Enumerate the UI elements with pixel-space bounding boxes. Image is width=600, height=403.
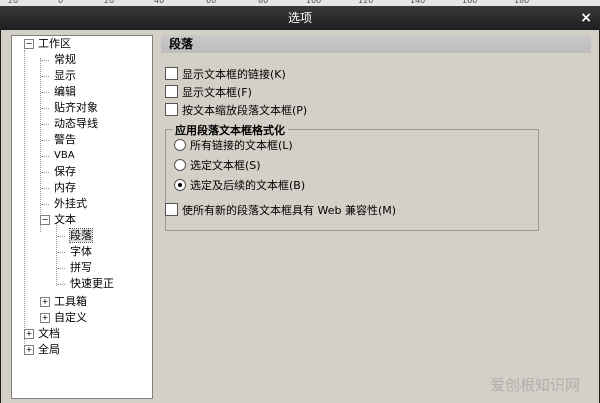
- ruler-tick: 180: [514, 0, 530, 5]
- tree-item-memory[interactable]: 内存: [54, 180, 76, 196]
- watermark: 爱创根知识网: [489, 376, 580, 394]
- tree-item-document[interactable]: + 文档: [24, 326, 60, 342]
- tree-item-general[interactable]: 常规: [54, 52, 76, 68]
- collapse-icon[interactable]: −: [24, 39, 34, 49]
- ruler-tick: 140: [410, 0, 426, 5]
- collapse-icon[interactable]: −: [40, 215, 50, 225]
- scale-paragraph-frames-checkbox[interactable]: 按文本缩放段落文本框(P): [165, 103, 307, 119]
- selected-and-following-radio[interactable]: 选定及后续的文本框(B): [174, 178, 305, 194]
- checkbox-box[interactable]: [165, 203, 178, 216]
- group-legend: 应用段落文本框格式化: [172, 122, 288, 138]
- ruler-tick: 40: [154, 0, 165, 5]
- ruler-tick: 0: [58, 0, 64, 5]
- selected-frame-radio[interactable]: 选定文本框(S): [174, 158, 261, 174]
- tree-item-edit[interactable]: 编辑: [54, 84, 76, 100]
- tree-item-display[interactable]: 显示: [54, 68, 76, 84]
- title-bar: 选项 ×: [0, 6, 600, 30]
- checkbox-box[interactable]: [165, 85, 178, 98]
- all-linked-frames-radio[interactable]: 所有链接的文本框(L): [174, 138, 293, 154]
- web-compatible-checkbox[interactable]: 使所有新的段落文本框具有 Web 兼容性(M): [165, 203, 396, 219]
- ruler-tick: 100: [306, 0, 322, 5]
- tree-item-paragraph[interactable]: 段落: [69, 228, 93, 244]
- tree-item-save[interactable]: 保存: [54, 164, 76, 180]
- panel-heading: 段落: [161, 35, 591, 53]
- tree-item-customize[interactable]: + 自定义: [40, 310, 87, 326]
- radio-circle[interactable]: [174, 159, 186, 171]
- ruler-tick: 20: [8, 0, 19, 5]
- tree-item-toolbox[interactable]: + 工具箱: [40, 294, 87, 310]
- checkbox-box[interactable]: [165, 103, 178, 116]
- radio-circle-selected[interactable]: [174, 179, 186, 191]
- tree-item-warnings[interactable]: 警告: [54, 132, 76, 148]
- tree-item-global[interactable]: + 全局: [24, 342, 60, 358]
- settings-panel: 段落 显示文本框的链接(K) 显示文本框(F) 按文本缩放段落文本框(P) 应用…: [161, 35, 591, 397]
- options-dialog: − 工作区 常规 显示 编辑 贴齐对象 动态导线 警告 VBA 保存 内存 外挂…: [0, 30, 600, 403]
- tree-item-text[interactable]: − 文本: [40, 212, 76, 228]
- radio-circle[interactable]: [174, 139, 186, 151]
- tree-item-plugins[interactable]: 外挂式: [54, 196, 87, 212]
- checkbox-box[interactable]: [165, 67, 178, 80]
- expand-icon[interactable]: +: [40, 297, 50, 307]
- tree-item-workspace[interactable]: − 工作区: [24, 36, 71, 52]
- options-tree[interactable]: − 工作区 常规 显示 编辑 贴齐对象 动态导线 警告 VBA 保存 内存 外挂…: [11, 35, 153, 399]
- tree-item-font[interactable]: 字体: [70, 244, 92, 260]
- window-title: 选项: [287, 11, 312, 25]
- show-frame-links-checkbox[interactable]: 显示文本框的链接(K): [165, 67, 286, 83]
- tree-item-dynamic-guides[interactable]: 动态导线: [54, 116, 98, 132]
- ruler-tick: 20: [104, 0, 115, 5]
- expand-icon[interactable]: +: [24, 329, 34, 339]
- ruler-tick: 160: [462, 0, 478, 5]
- ruler-tick: 80: [258, 0, 269, 5]
- show-text-frames-checkbox[interactable]: 显示文本框(F): [165, 85, 252, 101]
- expand-icon[interactable]: +: [40, 313, 50, 323]
- ruler-tick: 120: [358, 0, 374, 5]
- tree-item-quick-correct[interactable]: 快速更正: [70, 276, 114, 292]
- tree-item-snap[interactable]: 贴齐对象: [54, 100, 98, 116]
- expand-icon[interactable]: +: [24, 345, 34, 355]
- close-icon[interactable]: ×: [580, 6, 592, 30]
- tree-item-spelling[interactable]: 拼写: [70, 260, 92, 276]
- tree-item-vba[interactable]: VBA: [54, 148, 75, 164]
- ruler-tick: 60: [206, 0, 217, 5]
